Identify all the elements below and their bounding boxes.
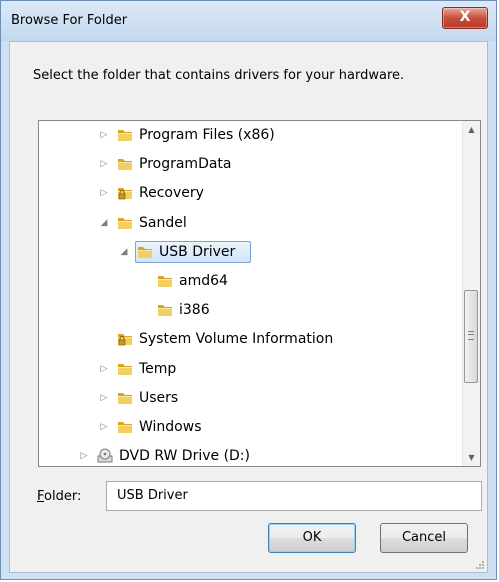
expand-arrow-icon[interactable]: ▷	[99, 415, 109, 439]
folder-icon	[117, 419, 133, 435]
tree-item[interactable]: ◢ Sandel	[39, 211, 459, 235]
scroll-up-arrow-icon[interactable]: ▲	[463, 121, 480, 138]
window-title: Browse For Folder	[11, 13, 128, 28]
tree-item[interactable]: ▷ Temp	[39, 357, 459, 381]
title-bar[interactable]: Browse For Folder X	[1, 1, 496, 41]
tree-item-label: System Volume Information	[139, 331, 334, 348]
cancel-button[interactable]: Cancel	[380, 523, 468, 553]
tree-item[interactable]: ◢ USB Driver	[39, 240, 459, 264]
ok-button[interactable]: OK	[268, 523, 356, 553]
folder-input[interactable]: USB Driver	[106, 481, 482, 511]
tree-item-label: Sandel	[139, 214, 187, 231]
folder-tree[interactable]: ▷ Program Files (x86) ▷ ProgramData ▷ Recover…	[38, 120, 481, 467]
vertical-scrollbar[interactable]: ▲ ▼	[462, 121, 480, 466]
expand-arrow-icon[interactable]: ▷	[79, 444, 89, 466]
scrollbar-thumb[interactable]	[464, 290, 478, 383]
tree-item-label: Users	[139, 389, 179, 406]
tree-item-label: DVD RW Drive (D:)	[119, 448, 250, 465]
dvd-drive-icon	[97, 448, 113, 464]
expand-arrow-icon[interactable]: ▷	[99, 357, 109, 381]
tree-item[interactable]: ▷ Users	[39, 386, 459, 410]
close-button[interactable]: X	[442, 7, 488, 29]
folder-field-label: Folder:	[37, 489, 82, 504]
tree-item-label: i386	[179, 302, 210, 319]
folder-icon	[117, 215, 133, 231]
scroll-down-arrow-icon[interactable]: ▼	[463, 449, 480, 466]
tree-item[interactable]: ▷ Windows	[39, 415, 459, 439]
expand-arrow-icon[interactable]: ▷	[99, 123, 109, 147]
expand-arrow-icon[interactable]: ▷	[99, 181, 109, 205]
locked-folder-icon	[117, 185, 133, 201]
folder-icon	[117, 390, 133, 406]
tree-item[interactable]: System Volume Information	[39, 327, 459, 351]
tree-item[interactable]: ▷ ProgramData	[39, 152, 459, 176]
size-grip-icon[interactable]	[475, 560, 485, 570]
tree-item-label: Temp	[139, 360, 177, 377]
folder-icon	[157, 273, 173, 289]
folder-icon	[157, 302, 173, 318]
tree-item[interactable]: i386	[39, 298, 459, 322]
tree-item[interactable]: ▷ Recovery	[39, 181, 459, 205]
tree-item[interactable]: amd64	[39, 269, 459, 293]
dialog-body: Select the folder that contains drivers …	[9, 41, 488, 573]
folder-icon	[137, 244, 153, 260]
folder-icon	[117, 127, 133, 143]
folder-icon	[117, 156, 133, 172]
locked-folder-icon	[117, 331, 133, 347]
tree-item[interactable]: ▷ DVD RW Drive (D:)	[39, 444, 459, 466]
tree-item[interactable]: ▷ Program Files (x86)	[39, 123, 459, 147]
grip-icon	[468, 331, 474, 340]
folder-icon	[117, 361, 133, 377]
tree-item-label: Recovery	[139, 185, 204, 202]
expand-arrow-icon[interactable]: ▷	[99, 152, 109, 176]
tree-item-label: Program Files (x86)	[139, 127, 275, 143]
instruction-text: Select the folder that contains drivers …	[33, 68, 405, 83]
expand-arrow-icon[interactable]: ▷	[99, 386, 109, 410]
tree-item-label: amd64	[179, 273, 228, 289]
collapse-arrow-icon[interactable]: ◢	[99, 211, 109, 235]
tree-item-label: Windows	[139, 419, 202, 435]
tree-item-label: ProgramData	[139, 156, 232, 173]
browse-for-folder-dialog: Browse For Folder X Select the folder th…	[0, 0, 497, 580]
tree-item-label: USB Driver	[159, 243, 236, 260]
collapse-arrow-icon[interactable]: ◢	[119, 240, 129, 264]
